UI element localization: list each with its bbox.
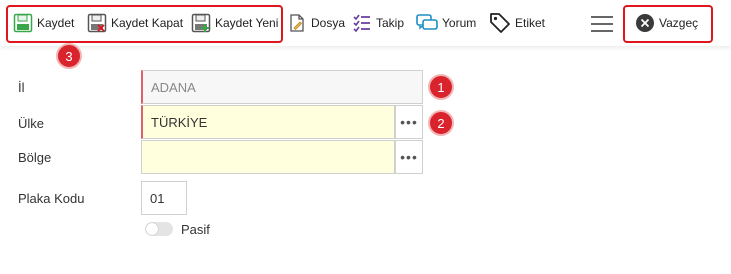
- menu-button[interactable]: [590, 15, 614, 33]
- country-field[interactable]: TÜRKİYE: [141, 105, 395, 139]
- follow-button[interactable]: Takip: [352, 10, 404, 36]
- province-field[interactable]: ADANA: [141, 70, 423, 104]
- region-field[interactable]: [141, 140, 395, 174]
- region-lookup-button[interactable]: •••: [395, 140, 423, 174]
- region-label: Bölge: [18, 150, 52, 165]
- file-attach-icon: [290, 14, 304, 32]
- province-label: İl: [18, 80, 25, 95]
- tag-label: Etiket: [515, 16, 546, 30]
- plate-code-field[interactable]: 01: [141, 181, 187, 215]
- tag-button[interactable]: Etiket: [489, 10, 545, 36]
- save-group-highlight: [6, 5, 283, 43]
- comment-label: Yorum: [442, 16, 477, 30]
- cancel-highlight: [623, 5, 713, 43]
- passive-label: Pasif: [181, 222, 210, 237]
- passive-toggle[interactable]: [145, 222, 173, 236]
- step-badge-1: 1: [428, 74, 454, 100]
- toggle-knob: [146, 223, 158, 235]
- step-badge-3: 3: [56, 43, 82, 69]
- follow-label: Takip: [376, 16, 405, 30]
- comment-button[interactable]: Yorum: [416, 10, 476, 36]
- comment-icon: [416, 14, 438, 30]
- plate-code-label: Plaka Kodu: [18, 191, 85, 206]
- file-label: Dosya: [311, 16, 346, 30]
- country-lookup-button[interactable]: •••: [395, 105, 423, 139]
- step-badge-2: 2: [428, 110, 454, 136]
- tag-icon: [490, 13, 510, 33]
- file-button[interactable]: Dosya: [287, 10, 345, 36]
- checklist-icon: [353, 14, 370, 33]
- country-label: Ülke: [18, 116, 45, 131]
- hamburger-icon: [591, 16, 613, 32]
